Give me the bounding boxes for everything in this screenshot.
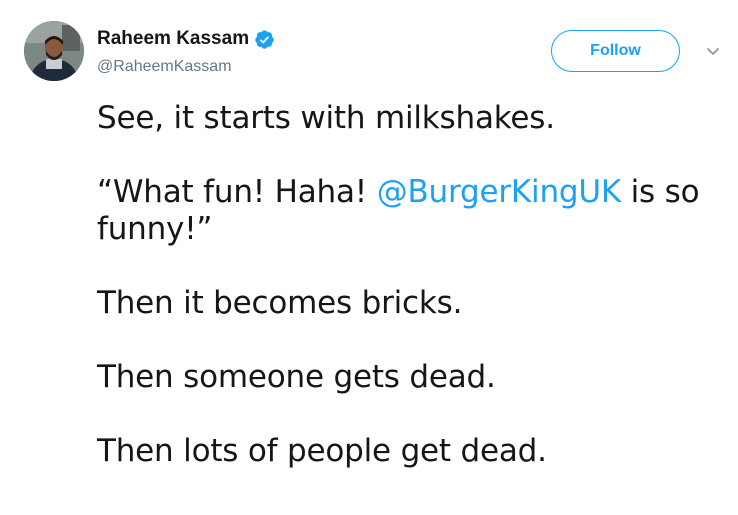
follow-button[interactable]: Follow	[551, 30, 680, 72]
verified-badge-icon	[254, 29, 275, 50]
tweet-line: Then someone gets dead.	[97, 359, 496, 395]
tweet-text: See, it starts with milkshakes. “What fu…	[97, 100, 717, 507]
avatar-image	[24, 21, 84, 81]
tweet-line: Then it becomes bricks.	[97, 285, 463, 321]
tweet-line: See, it starts with milkshakes.	[97, 100, 555, 136]
author-display-name[interactable]: Raheem Kassam	[97, 27, 249, 51]
mention-link[interactable]: @BurgerKingUK	[377, 174, 621, 210]
author-handle[interactable]: @RaheemKassam	[97, 57, 232, 77]
tweet-text-segment: “What fun! Haha!	[97, 174, 377, 210]
avatar[interactable]	[24, 21, 84, 81]
tweet-line: “What fun! Haha! @BurgerKingUK is so fun…	[97, 174, 717, 248]
author-name-row: Raheem Kassam	[97, 27, 275, 51]
chevron-down-icon[interactable]	[702, 44, 724, 60]
tweet-card: Raheem Kassam @RaheemKassam Follow See, …	[0, 0, 738, 515]
tweet-line: Then lots of people get dead.	[97, 433, 547, 469]
